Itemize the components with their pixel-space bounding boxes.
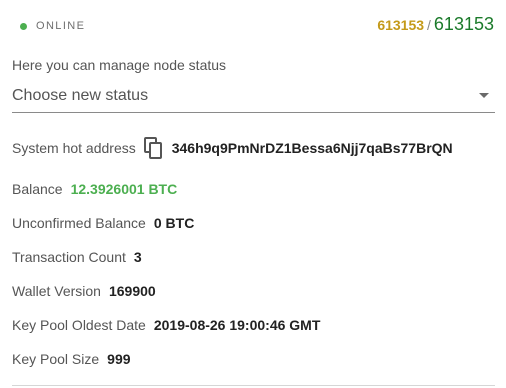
unconfirmed-balance-label: Unconfirmed Balance xyxy=(12,215,146,231)
wallet-version-value: 169900 xyxy=(108,283,156,299)
status-label: ONLINE xyxy=(36,20,86,32)
node-status-panel: ONLINE 613153 / 613153 Here you can mana… xyxy=(0,0,506,388)
manage-status-label: Here you can manage node status xyxy=(12,57,227,73)
block-separator: / xyxy=(427,17,431,33)
balance-row: Balance 12.3926001 BTC xyxy=(12,179,177,199)
local-block-height: 613153 xyxy=(377,17,425,33)
block-height: 613153 / 613153 xyxy=(377,14,494,35)
keypool-size-label: Key Pool Size xyxy=(12,351,100,367)
balance-label: Balance xyxy=(12,181,63,197)
status-indicator: ONLINE xyxy=(20,18,85,34)
status-select[interactable]: Choose new status xyxy=(12,84,495,113)
hot-address-label: System hot address xyxy=(12,140,136,156)
balance-value: 12.3926001 BTC xyxy=(70,181,178,197)
transaction-count-value: 3 xyxy=(133,249,142,265)
transaction-count-label: Transaction Count xyxy=(12,249,126,265)
keypool-oldest-date-label: Key Pool Oldest Date xyxy=(12,317,146,333)
chevron-down-icon xyxy=(479,93,489,98)
status-select-value: Choose new status xyxy=(12,87,149,104)
transaction-count-row: Transaction Count 3 xyxy=(12,247,142,267)
hot-address-row: System hot address 346h9q9PmNrDZ1Bessa6N… xyxy=(12,137,453,159)
hot-address-value[interactable]: 346h9q9PmNrDZ1Bessa6Njj7qaBs77BrQN xyxy=(172,140,453,156)
unconfirmed-balance-row: Unconfirmed Balance 0 BTC xyxy=(12,213,194,233)
keypool-size-value: 999 xyxy=(107,351,131,367)
network-block-height: 613153 xyxy=(433,14,494,34)
copy-icon[interactable] xyxy=(143,137,162,159)
status-dot-icon xyxy=(20,22,27,30)
wallet-version-label: Wallet Version xyxy=(12,283,101,299)
keypool-oldest-date-value: 2019-08-26 19:00:46 GMT xyxy=(153,317,321,333)
bottom-divider xyxy=(12,385,495,386)
unconfirmed-balance-value: 0 BTC xyxy=(153,215,195,231)
keypool-size-row: Key Pool Size 999 xyxy=(12,349,131,369)
keypool-oldest-date-row: Key Pool Oldest Date 2019-08-26 19:00:46… xyxy=(12,315,320,335)
wallet-version-row: Wallet Version 169900 xyxy=(12,281,156,301)
